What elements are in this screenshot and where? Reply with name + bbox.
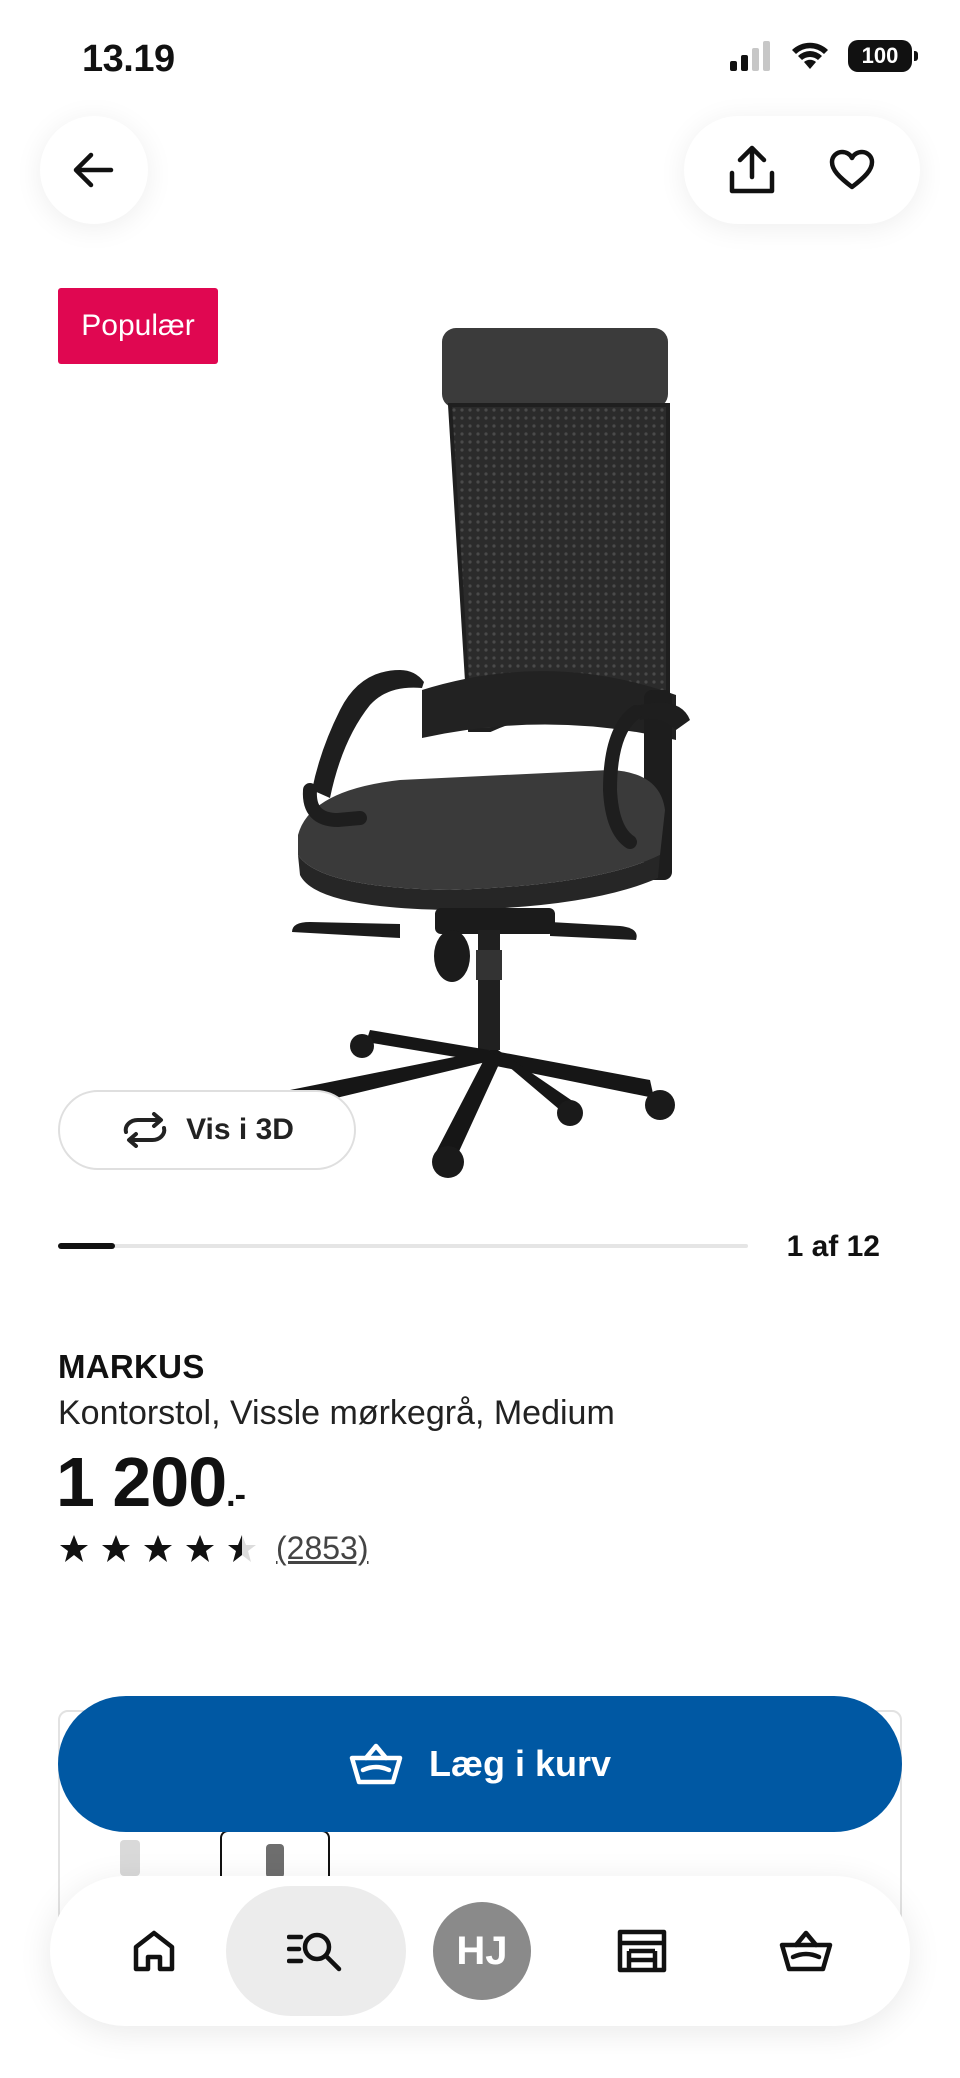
product-rating[interactable]: (2853)	[58, 1530, 369, 1567]
store-icon	[617, 1929, 667, 1973]
search-list-icon	[287, 1932, 342, 1972]
battery-level: 100	[861, 43, 899, 68]
back-button[interactable]	[40, 116, 148, 224]
basket-icon	[349, 1743, 403, 1785]
add-to-cart-label: Læg i kurv	[428, 1743, 612, 1784]
popular-badge: Populær	[58, 288, 218, 364]
status-time: 13.19	[82, 38, 175, 80]
favorite-button[interactable]	[816, 134, 888, 206]
price-value: 1 200	[56, 1443, 227, 1521]
gallery-counter: 1 af 12	[786, 1230, 880, 1263]
bottom-navigation: HJ	[50, 1876, 910, 2026]
add-to-cart-button[interactable]: Læg i kurv	[58, 1696, 902, 1832]
share-icon	[729, 145, 775, 194]
gallery-progress	[58, 1243, 748, 1249]
star-icon	[60, 1534, 88, 1562]
nav-cart[interactable]	[754, 1876, 858, 2026]
gallery-progress-fill	[58, 1243, 116, 1249]
star-icon	[186, 1534, 214, 1562]
arrow-left-icon	[73, 152, 114, 188]
rotate-3d-icon	[123, 1112, 167, 1148]
nav-profile[interactable]: HJ	[430, 1876, 534, 2026]
nav-home[interactable]	[102, 1876, 206, 2026]
home-icon	[133, 1930, 175, 1972]
nav-search[interactable]	[226, 1886, 406, 2016]
view-3d-label: Vis i 3D	[186, 1113, 294, 1146]
star-icon	[228, 1534, 256, 1562]
rating-count[interactable]: (2853)	[276, 1530, 369, 1567]
avatar-initials: HJ	[456, 1928, 508, 1973]
popular-badge-label: Populær	[81, 309, 195, 342]
status-icons: 100	[730, 40, 918, 72]
product-price: 1 200.-	[56, 1442, 246, 1522]
star-icon	[144, 1534, 172, 1562]
view-3d-button[interactable]: Vis i 3D	[58, 1090, 356, 1170]
nav-stores[interactable]	[590, 1876, 694, 2026]
share-button[interactable]	[716, 134, 788, 206]
product-name: MARKUS	[58, 1348, 205, 1385]
status-bar: 13.19 100	[0, 0, 960, 110]
heart-icon	[829, 149, 875, 190]
basket-icon	[779, 1930, 833, 1972]
star-icon	[102, 1534, 130, 1562]
product-description: Kontorstol, Vissle mørkegrå, Medium	[58, 1394, 615, 1432]
rating-stars	[58, 1534, 258, 1564]
cellular-signal-icon	[730, 41, 770, 71]
product-image[interactable]	[250, 310, 710, 1180]
product-actions	[684, 116, 920, 224]
wifi-icon	[792, 42, 828, 69]
price-suffix: .-	[226, 1476, 246, 1514]
battery-indicator: 100	[848, 40, 918, 72]
avatar: HJ	[433, 1902, 531, 2000]
